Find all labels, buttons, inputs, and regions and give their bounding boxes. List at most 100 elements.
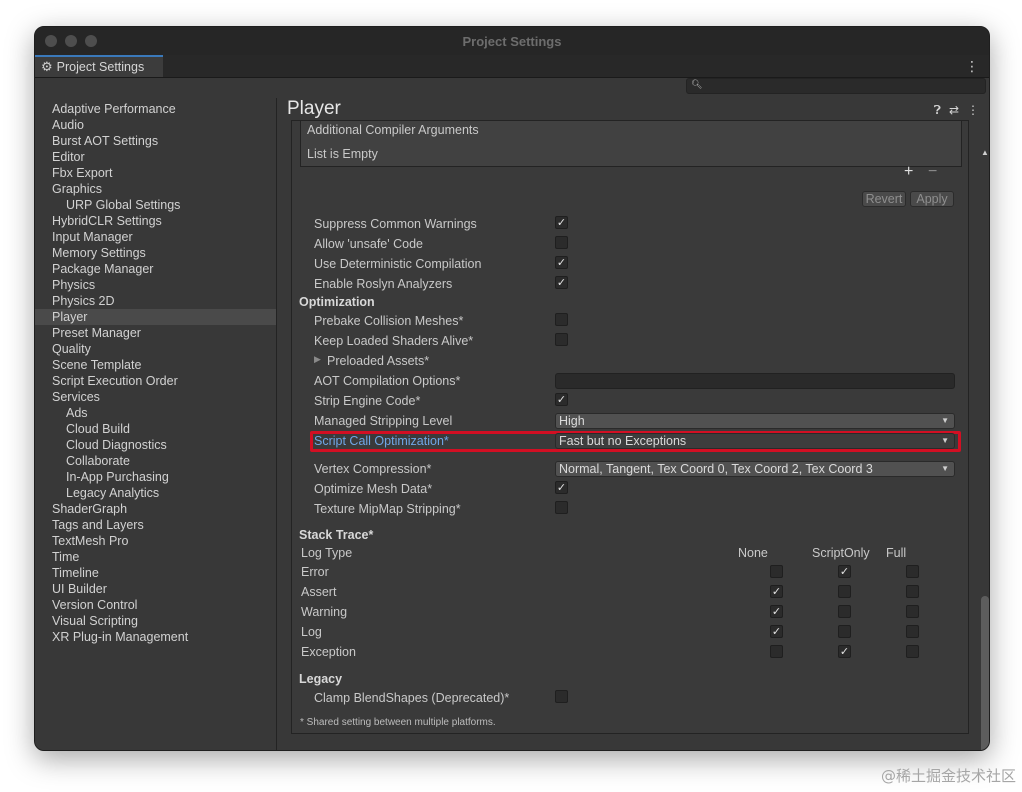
remove-item-button[interactable]: − [928, 163, 937, 181]
sidebar-item-timeline[interactable]: Timeline [35, 565, 276, 581]
sidebar-item-urp-global[interactable]: URP Global Settings [35, 197, 276, 213]
sidebar-item-quality[interactable]: Quality [35, 341, 276, 357]
sidebar-item-ui-builder[interactable]: UI Builder [35, 581, 276, 597]
add-item-button[interactable]: + [904, 163, 913, 181]
sidebar-item-scene-template[interactable]: Scene Template [35, 357, 276, 373]
log-none-checkbox[interactable]: ✓ [770, 625, 783, 638]
sidebar-item-collaborate[interactable]: Collaborate [35, 453, 276, 469]
prebake-label: Prebake Collision Meshes* [314, 314, 464, 328]
sidebar-item-shadergraph[interactable]: ShaderGraph [35, 501, 276, 517]
sidebar-item-hybridclr[interactable]: HybridCLR Settings [35, 213, 276, 229]
managed-stripping-value: High [559, 414, 585, 428]
revert-button[interactable]: Revert [862, 191, 906, 207]
vertex-compression-dropdown[interactable]: Normal, Tangent, Tex Coord 0, Tex Coord … [555, 461, 955, 477]
sidebar-item-xr-plugin[interactable]: XR Plug-in Management [35, 629, 276, 645]
zoom-window-button[interactable] [85, 35, 97, 47]
exception-full-checkbox[interactable] [906, 645, 919, 658]
sidebar-item-textmesh-pro[interactable]: TextMesh Pro [35, 533, 276, 549]
warning-full-checkbox[interactable] [906, 605, 919, 618]
roslyn-label: Enable Roslyn Analyzers [314, 277, 453, 291]
assert-full-checkbox[interactable] [906, 585, 919, 598]
sidebar-item-adaptive-performance[interactable]: Adaptive Performance [35, 101, 276, 117]
checkmark-icon: ✓ [556, 394, 567, 406]
vertex-compression-value: Normal, Tangent, Tex Coord 0, Tex Coord … [559, 462, 873, 476]
suppress-warnings-checkbox[interactable]: ✓ [555, 216, 568, 229]
sidebar-item-ads[interactable]: Ads [35, 405, 276, 421]
aot-options-field[interactable] [555, 373, 955, 389]
sidebar-item-burst-aot[interactable]: Burst AOT Settings [35, 133, 276, 149]
sidebar-item-editor[interactable]: Editor [35, 149, 276, 165]
sidebar-item-fbx-export[interactable]: Fbx Export [35, 165, 276, 181]
scrollbar-thumb[interactable] [981, 596, 989, 750]
checkmark-icon: ✓ [839, 646, 850, 658]
assert-none-checkbox[interactable]: ✓ [770, 585, 783, 598]
prebake-checkbox[interactable] [555, 313, 568, 326]
error-full-checkbox[interactable] [906, 565, 919, 578]
sidebar-item-player[interactable]: Player [35, 309, 276, 325]
compiler-args-list: Additional Compiler Arguments List is Em… [300, 121, 962, 167]
warning-scriptonly-checkbox[interactable] [838, 605, 851, 618]
scroll-up-icon[interactable]: ▲ [981, 148, 989, 157]
sidebar-item-memory-settings[interactable]: Memory Settings [35, 245, 276, 261]
foldout-arrow-icon[interactable]: ▶ [314, 354, 321, 365]
optimization-heading: Optimization [299, 295, 375, 309]
sidebar-item-time[interactable]: Time [35, 549, 276, 565]
assert-scriptonly-checkbox[interactable] [838, 585, 851, 598]
log-full-checkbox[interactable] [906, 625, 919, 638]
mipmap-strip-checkbox[interactable] [555, 501, 568, 514]
optimize-mesh-checkbox[interactable]: ✓ [555, 481, 568, 494]
settings-content: Additional Compiler Arguments List is Em… [291, 120, 969, 734]
roslyn-checkbox[interactable]: ✓ [555, 276, 568, 289]
vertical-scrollbar[interactable]: ▲ [981, 148, 989, 750]
log-warning-label: Warning [301, 605, 348, 619]
deterministic-checkbox[interactable]: ✓ [555, 256, 568, 269]
sidebar-item-preset-manager[interactable]: Preset Manager [35, 325, 276, 341]
error-scriptonly-checkbox[interactable]: ✓ [838, 565, 851, 578]
title-bar: Project Settings [35, 27, 989, 55]
page-title: Player [287, 98, 341, 119]
help-icon[interactable]: ❓︎ [934, 103, 941, 118]
keep-shaders-checkbox[interactable] [555, 333, 568, 346]
sidebar-item-physics-2d[interactable]: Physics 2D [35, 293, 276, 309]
log-log-label: Log [301, 625, 322, 639]
close-window-button[interactable] [45, 35, 57, 47]
sidebar-item-input-manager[interactable]: Input Manager [35, 229, 276, 245]
sidebar-item-legacy-analytics[interactable]: Legacy Analytics [35, 485, 276, 501]
sidebar-item-physics[interactable]: Physics [35, 277, 276, 293]
minimize-window-button[interactable] [65, 35, 77, 47]
sidebar-item-version-control[interactable]: Version Control [35, 597, 276, 613]
tab-project-settings[interactable]: ⚙ Project Settings [35, 55, 163, 77]
script-call-dropdown[interactable]: Fast but no Exceptions ▼ [555, 433, 955, 449]
log-scriptonly-checkbox[interactable] [838, 625, 851, 638]
sidebar-item-cloud-build[interactable]: Cloud Build [35, 421, 276, 437]
error-none-checkbox[interactable] [770, 565, 783, 578]
checkmark-icon: ✓ [839, 566, 850, 578]
sidebar-item-in-app-purchasing[interactable]: In-App Purchasing [35, 469, 276, 485]
sidebar-item-visual-scripting[interactable]: Visual Scripting [35, 613, 276, 629]
exception-scriptonly-checkbox[interactable]: ✓ [838, 645, 851, 658]
clamp-blend-checkbox[interactable] [555, 690, 568, 703]
sidebar-item-package-manager[interactable]: Package Manager [35, 261, 276, 277]
sidebar-item-script-execution-order[interactable]: Script Execution Order [35, 373, 276, 389]
preloaded-assets-label[interactable]: Preloaded Assets* [327, 354, 429, 368]
search-icon: 🔍︎ [691, 79, 703, 89]
search-input[interactable]: 🔍︎ [686, 78, 986, 94]
sliders-icon[interactable]: ⇄ [949, 103, 959, 118]
apply-button[interactable]: Apply [910, 191, 954, 207]
menu-dots-icon[interactable]: ⋮ [967, 103, 979, 118]
sidebar-item-cloud-diagnostics[interactable]: Cloud Diagnostics [35, 437, 276, 453]
legacy-heading: Legacy [299, 672, 343, 686]
sidebar-item-services[interactable]: ▼ Services [35, 389, 276, 405]
settings-sidebar: Adaptive Performance Audio Burst AOT Set… [35, 98, 277, 750]
player-settings-panel: Player ❓︎ ⇄ ⋮ Additional Compiler Argume… [277, 98, 989, 750]
sidebar-item-graphics[interactable]: ▼ Graphics [35, 181, 276, 197]
managed-stripping-dropdown[interactable]: High ▼ [555, 413, 955, 429]
sidebar-item-tags-and-layers[interactable]: Tags and Layers [35, 517, 276, 533]
allow-unsafe-checkbox[interactable] [555, 236, 568, 249]
sidebar-item-audio[interactable]: Audio [35, 117, 276, 133]
strip-engine-checkbox[interactable]: ✓ [555, 393, 568, 406]
exception-none-checkbox[interactable] [770, 645, 783, 658]
warning-none-checkbox[interactable]: ✓ [770, 605, 783, 618]
menu-dots-icon[interactable]: ⋮ [965, 58, 979, 75]
strip-engine-label: Strip Engine Code* [314, 394, 421, 408]
